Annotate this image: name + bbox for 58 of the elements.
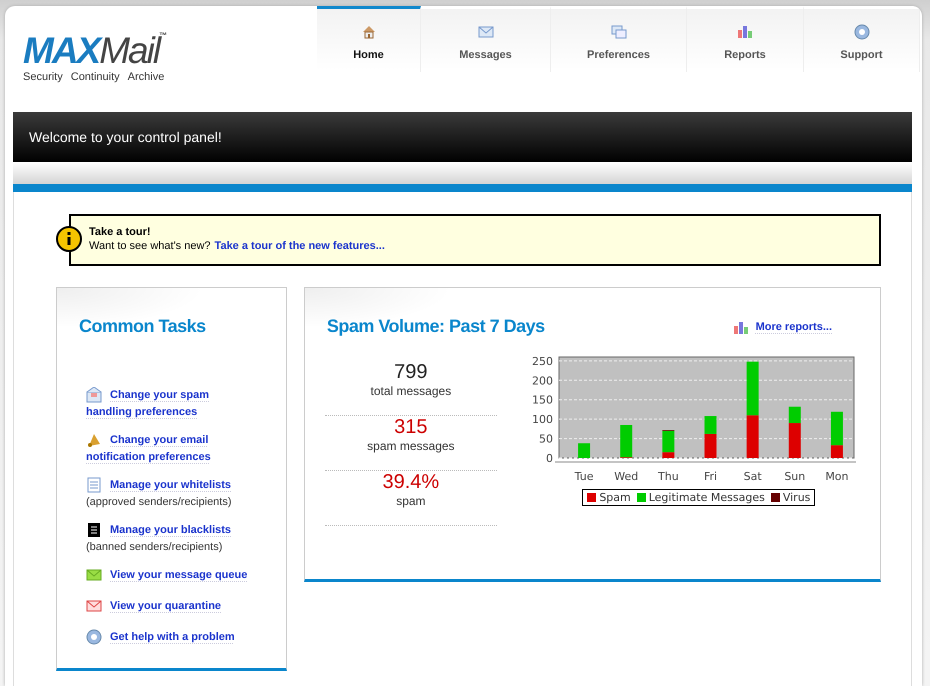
y-tick-label: 50 [538,432,553,446]
card-title: Common Tasks [79,316,207,337]
tour-title: Take a tour! [89,226,152,238]
card-title: Spam Volume: Past 7 Days [326,316,545,337]
legend-label: Spam [599,491,631,504]
y-tick-label: 100 [532,413,553,426]
y-tick-label: 250 [532,354,553,368]
nav-tab[interactable]: Reports [687,6,804,72]
y-tick-label: 0 [546,452,553,465]
envelope-icon [86,387,102,404]
tour-text: Want to see what's new? [89,240,211,252]
document-icon [86,477,102,494]
legend-label: Legitimate Messages [648,491,765,504]
stat-value: 315 [394,416,428,439]
task-note: (approved senders/recipients) [86,495,233,510]
x-tick-label: Sat [743,470,762,483]
x-tick-label: Wed [614,470,638,483]
stat-label: spam messages [367,439,455,453]
tagline-word: Continuity [70,71,120,83]
task-link[interactable]: Change your spam handling preferences [86,387,210,421]
legend-label: Virus [782,491,810,504]
task-note: (banned senders/recipients) [86,540,224,555]
task-link[interactable]: View your quarantine [86,598,222,615]
nav-tab[interactable]: Home [317,6,421,72]
nav-tab[interactable]: Support [804,6,920,72]
nav-tab[interactable]: Messages [421,6,551,72]
bar-segment [704,416,716,434]
y-tick-label: 200 [532,374,553,388]
task-link[interactable]: Change your email notification preferences [86,432,211,466]
more-reports-link[interactable]: More reports... [756,320,832,332]
task-link[interactable]: Get help with a problem [86,629,235,646]
stat-label: spam [396,494,426,508]
stat-value: 799 [394,361,428,384]
x-tick-label: Mon [825,470,848,483]
tour-link[interactable]: Take a tour of the new features... [214,240,385,252]
envelope-icon [86,567,102,584]
list-icon [86,522,102,538]
welcome-banner: Welcome to your control panel! [13,112,912,162]
stat-label: total messages [370,384,452,398]
x-tick-label: Fri [704,470,717,483]
task-link[interactable]: Manage your whitelists [86,477,232,494]
logo: MAXMail™ [23,32,168,69]
task-link[interactable]: Manage your blacklists [86,522,232,539]
task-link[interactable]: View your message queue [86,567,248,584]
bar-segment [746,362,758,416]
windows-icon [610,23,628,41]
stat-value: 39.4% [382,471,440,494]
tagline-word: Security [23,71,63,83]
y-tick-label: 150 [532,394,553,407]
envelope-icon [86,598,102,614]
bar-segment [578,443,590,458]
x-tick-label: Tue [574,470,594,483]
nav-tab[interactable]: Preferences [551,6,687,72]
tagline-word: Archive [128,71,164,83]
bar-chart-icon [736,23,754,41]
x-tick-label: Thu [658,470,679,483]
bar-segment [746,415,758,458]
x-tick-label: Sun [784,470,806,483]
